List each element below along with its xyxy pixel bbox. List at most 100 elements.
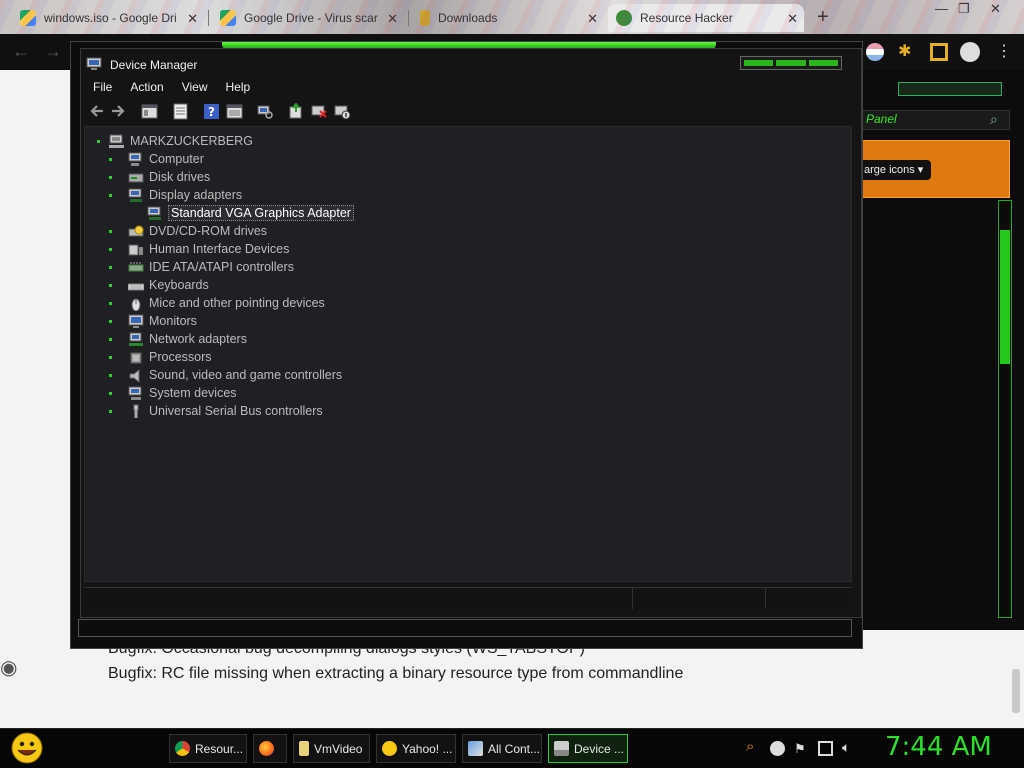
- expand-toggle[interactable]: [109, 266, 112, 269]
- tree-category-item[interactable]: Processors: [109, 348, 212, 366]
- taskbar-item-yahoo[interactable]: Yahoo! ...: [376, 734, 456, 763]
- page-scrollbar[interactable]: [1012, 669, 1020, 713]
- browser-tab-downloads[interactable]: Downloads ✕: [412, 4, 604, 32]
- tree-category-item[interactable]: Display adapters: [109, 186, 242, 204]
- tree-item-label: Mice and other pointing devices: [149, 296, 325, 310]
- back-arrow-icon[interactable]: [88, 103, 105, 120]
- browser-tab-virus-scan[interactable]: Google Drive - Virus scar ✕: [212, 4, 404, 32]
- search-icon[interactable]: ⌕: [990, 111, 998, 128]
- tree-category-item[interactable]: IDE ATA/ATAPI controllers: [109, 258, 294, 276]
- tree-item-label: Disk drives: [149, 170, 211, 184]
- expand-toggle[interactable]: [109, 338, 112, 341]
- expand-toggle[interactable]: [109, 320, 112, 323]
- minimize-button[interactable]: [744, 60, 774, 66]
- clock[interactable]: 7:44 AM: [885, 732, 992, 762]
- menu-help[interactable]: Help: [217, 78, 260, 98]
- changelog-line: Bugfix: RC file missing when extracting …: [108, 665, 684, 682]
- close-icon[interactable]: ✕: [187, 11, 198, 27]
- close-window-button[interactable]: ✕: [990, 1, 1001, 17]
- browser-tab-strip: windows.iso - Google Dri ✕ Google Drive …: [0, 0, 1024, 34]
- expand-toggle[interactable]: [109, 158, 112, 161]
- expand-toggle[interactable]: [109, 176, 112, 179]
- menu-file[interactable]: File: [84, 78, 121, 98]
- taskbar-item-control-panel[interactable]: All Cont...: [462, 734, 542, 763]
- update-driver-icon[interactable]: [288, 102, 305, 120]
- menu-kebab-icon[interactable]: ⋮: [996, 41, 1012, 61]
- reading-list-icon[interactable]: [930, 43, 948, 61]
- profile-avatar-icon[interactable]: [960, 42, 980, 62]
- tree-category-item[interactable]: Network adapters: [109, 330, 247, 348]
- close-icon[interactable]: ✕: [387, 11, 398, 27]
- menu-view[interactable]: View: [173, 78, 217, 98]
- forward-arrow-icon[interactable]: [110, 103, 127, 120]
- expand-toggle[interactable]: [109, 374, 112, 377]
- taskbar-item-firefox[interactable]: [253, 734, 287, 763]
- tree-category-item[interactable]: DVD/CD-ROM drives: [109, 222, 267, 240]
- tab-separator: [408, 10, 409, 26]
- action-center-flag-icon[interactable]: ⚑: [794, 741, 809, 756]
- tree-category-item[interactable]: Keyboards: [109, 276, 209, 294]
- close-icon[interactable]: ✕: [787, 11, 798, 27]
- expand-toggle[interactable]: [109, 284, 112, 287]
- puzzle-extensions-icon[interactable]: ✱: [898, 41, 916, 60]
- menu-bar: File Action View Help: [84, 78, 259, 98]
- hid-icon: [128, 242, 144, 257]
- menu-action[interactable]: Action: [121, 78, 172, 98]
- tree-category-item[interactable]: Human Interface Devices: [109, 240, 289, 258]
- view-by-dropdown[interactable]: arge icons ▾: [862, 160, 932, 180]
- search-icon[interactable]: ⌕: [746, 738, 761, 755]
- expand-toggle[interactable]: [109, 356, 112, 359]
- background-window-controls[interactable]: [898, 82, 1002, 96]
- tree-category-item[interactable]: System devices: [109, 384, 237, 402]
- ide-controller-icon: [128, 260, 144, 275]
- close-button[interactable]: [808, 60, 838, 66]
- network-adapter-icon: [128, 332, 144, 347]
- taskbar-item-chrome[interactable]: Resour...: [169, 734, 247, 763]
- tree-root[interactable]: MARKZUCKERBERG: [97, 132, 253, 150]
- tree-category-item[interactable]: Disk drives: [109, 168, 211, 186]
- expand-toggle[interactable]: [109, 302, 112, 305]
- browser-tab-windows-iso[interactable]: windows.iso - Google Dri ✕: [12, 4, 204, 32]
- window-controls[interactable]: [740, 56, 842, 70]
- yahoo-messenger-icon: [382, 741, 397, 756]
- forward-arrow-icon[interactable]: →: [44, 41, 62, 62]
- speaker-icon: [128, 368, 144, 383]
- resource-hacker-icon: [616, 10, 632, 26]
- uninstall-icon[interactable]: [311, 103, 328, 120]
- emoji-status-icon[interactable]: [770, 741, 785, 756]
- tree-category-item[interactable]: Monitors: [109, 312, 197, 330]
- device-manager-icon: [554, 741, 569, 756]
- network-icon[interactable]: [818, 741, 833, 756]
- volume-icon[interactable]: 🔈︎: [842, 739, 857, 755]
- background-scroll-thumb[interactable]: [1000, 230, 1010, 364]
- expand-toggle[interactable]: [109, 194, 112, 197]
- browser-tab-resource-hacker[interactable]: Resource Hacker ✕: [608, 4, 804, 32]
- close-icon[interactable]: ✕: [587, 11, 598, 27]
- tree-category-item[interactable]: Universal Serial Bus controllers: [109, 402, 323, 420]
- maximize-button[interactable]: [776, 60, 806, 66]
- help-icon[interactable]: ?: [203, 103, 220, 120]
- minimize-button[interactable]: —: [935, 1, 948, 16]
- expand-toggle[interactable]: [109, 410, 112, 413]
- expand-toggle[interactable]: [109, 248, 112, 251]
- tree-category-item[interactable]: Computer: [109, 150, 204, 168]
- view-icon[interactable]: [226, 103, 243, 120]
- tree-category-item[interactable]: Sound, video and game controllers: [109, 366, 342, 384]
- taskbar-item-vmvideo[interactable]: VmVideo: [293, 734, 370, 763]
- tree-category-item[interactable]: Mice and other pointing devices: [109, 294, 325, 312]
- taskbar-item-device-manager[interactable]: Device ...: [548, 734, 628, 763]
- disable-device-icon[interactable]: [334, 103, 351, 120]
- back-arrow-icon[interactable]: ←: [12, 41, 30, 62]
- extension-flag-icon[interactable]: [866, 43, 884, 61]
- new-tab-button[interactable]: +: [817, 6, 829, 29]
- restore-button[interactable]: ❐: [958, 1, 970, 17]
- expand-toggle[interactable]: [109, 392, 112, 395]
- start-button[interactable]: [8, 731, 46, 765]
- expand-toggle[interactable]: [109, 230, 112, 233]
- computer-icon: [128, 152, 144, 167]
- scan-hardware-icon[interactable]: [257, 103, 274, 120]
- properties-icon[interactable]: [172, 103, 189, 120]
- tree-device-item[interactable]: Standard VGA Graphics Adapter: [147, 204, 354, 222]
- console-tree-icon[interactable]: [141, 103, 158, 120]
- tree-item-label: Processors: [149, 350, 212, 364]
